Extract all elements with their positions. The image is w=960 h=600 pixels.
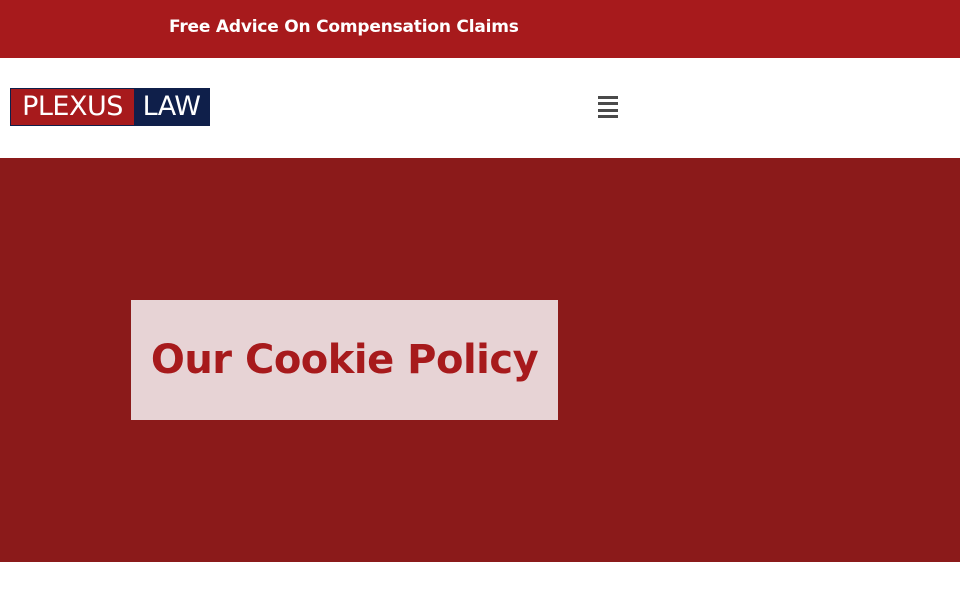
- site-header: PLEXUS LAW: [0, 58, 960, 158]
- logo-part-law: LAW: [134, 89, 209, 125]
- menu-line: [598, 102, 618, 106]
- site-logo[interactable]: PLEXUS LAW: [10, 88, 210, 126]
- hamburger-menu-icon[interactable]: [598, 96, 620, 118]
- page-title-box: Our Cookie Policy: [131, 300, 558, 420]
- page-title: Our Cookie Policy: [150, 337, 539, 383]
- menu-line: [598, 114, 618, 118]
- menu-line: [598, 96, 618, 99]
- announcement-text[interactable]: Free Advice On Compensation Claims: [169, 17, 519, 37]
- hero-banner: Our Cookie Policy: [0, 158, 960, 562]
- top-announcement-bar: Free Advice On Compensation Claims: [0, 0, 960, 58]
- logo-part-plexus: PLEXUS: [11, 89, 134, 125]
- menu-line: [598, 108, 618, 112]
